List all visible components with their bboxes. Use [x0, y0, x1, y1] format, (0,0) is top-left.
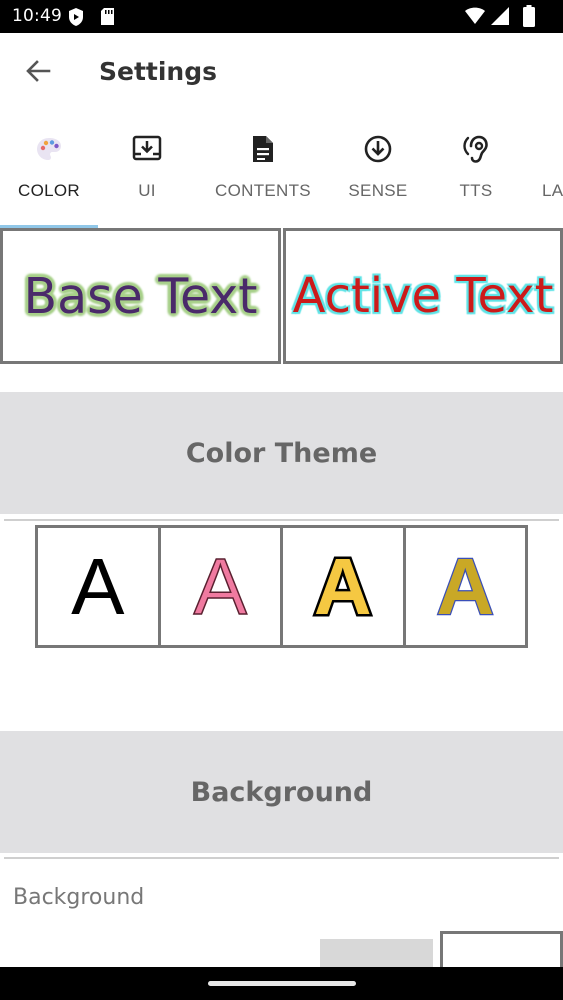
- palette-icon: [33, 133, 65, 165]
- status-bar: 10:49: [0, 0, 563, 33]
- document-icon: [247, 133, 279, 165]
- hearing-icon: [460, 133, 492, 165]
- tab-label: TTS: [459, 181, 493, 200]
- tab-label: UI: [138, 181, 156, 200]
- text-preview: Base Text Active Text: [0, 228, 563, 364]
- tab-label: CONTENTS: [215, 181, 311, 200]
- base-text-preview[interactable]: Base Text: [0, 228, 281, 364]
- tab-language[interactable]: LA: [536, 121, 563, 227]
- background-option-gray[interactable]: [320, 939, 433, 969]
- section-title: Background: [190, 776, 373, 808]
- app-bar: Settings: [0, 33, 563, 111]
- background-header: Background: [0, 731, 563, 853]
- theme-letter: A: [311, 541, 374, 631]
- tab-contents[interactable]: CONTENTS: [200, 121, 326, 227]
- shield-play-icon: [67, 7, 85, 32]
- theme-option-3[interactable]: A: [283, 528, 403, 645]
- theme-option-4[interactable]: A: [405, 528, 525, 645]
- theme-letter: A: [435, 541, 495, 631]
- tab-label: COLOR: [18, 181, 80, 200]
- tab-sense[interactable]: SENSE: [330, 121, 426, 227]
- arrow-back-icon: [25, 59, 51, 87]
- tab-tts[interactable]: TTS: [430, 121, 522, 227]
- back-button[interactable]: [18, 53, 58, 93]
- tab-color[interactable]: COLOR: [0, 121, 98, 227]
- background-label: Background: [13, 885, 145, 910]
- color-theme-header: Color Theme: [0, 392, 563, 514]
- tab-ui[interactable]: UI: [98, 121, 196, 227]
- theme-letter: A: [71, 541, 125, 631]
- section-title: Color Theme: [185, 437, 378, 469]
- page-title: Settings: [99, 57, 218, 86]
- theme-option-2[interactable]: A: [160, 528, 280, 645]
- base-text: Base Text: [23, 267, 258, 325]
- status-time: 10:49: [12, 6, 62, 26]
- background-option-white[interactable]: [440, 931, 563, 971]
- color-theme-picker: A A A A: [35, 525, 528, 648]
- settings-tabs: COLOR UI CONTENTS SENSE TTS LA: [0, 121, 563, 229]
- active-text: Active Text: [292, 268, 554, 324]
- battery-icon: [523, 5, 535, 32]
- home-gesture-handle[interactable]: [208, 981, 356, 986]
- arrow-circle-down-icon: [362, 133, 394, 165]
- tab-label: LA: [542, 181, 563, 200]
- theme-option-1[interactable]: A: [38, 528, 158, 645]
- wifi-icon: [464, 6, 486, 31]
- navigation-bar: [0, 967, 563, 1000]
- divider: [4, 857, 559, 859]
- sd-card-icon: [100, 7, 115, 31]
- divider: [4, 519, 559, 521]
- tab-label: SENSE: [348, 181, 408, 200]
- signal-icon: [490, 6, 510, 31]
- active-text-preview[interactable]: Active Text: [283, 228, 563, 364]
- theme-letter: A: [193, 541, 248, 631]
- download-box-icon: [131, 133, 163, 165]
